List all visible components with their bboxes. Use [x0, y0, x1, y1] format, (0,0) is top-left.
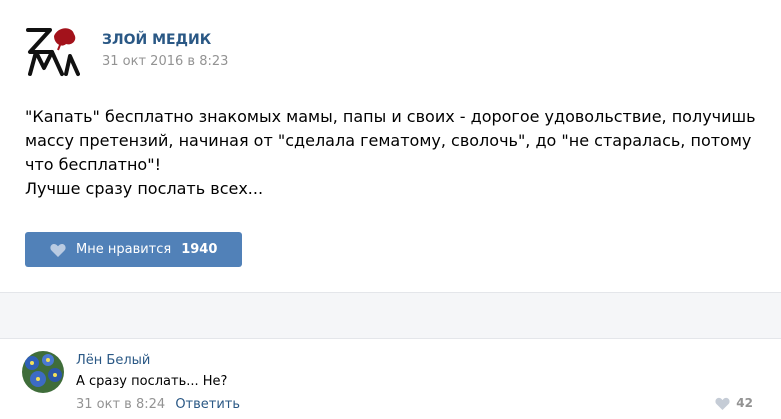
zm-logo-icon[interactable] — [22, 22, 80, 80]
reply-link[interactable]: Ответить — [175, 397, 240, 412]
post-author[interactable]: ЗЛОЙ МЕДИК — [102, 32, 211, 48]
post-text-line: Лучше сразу послать всех... — [25, 179, 264, 198]
post-card: ЗЛОЙ МЕДИК 31 окт 2016 в 8:23 "Капать" б… — [0, 0, 781, 292]
heart-icon — [50, 243, 66, 257]
post-date[interactable]: 31 окт 2016 в 8:23 — [102, 54, 228, 69]
comment-like-count: 42 — [736, 396, 753, 410]
comment-like-button[interactable]: 42 — [715, 396, 753, 410]
flower-avatar-icon[interactable] — [22, 351, 64, 393]
comment-text: А сразу послать... Не? — [76, 374, 228, 389]
like-count: 1940 — [181, 242, 218, 257]
post-text: "Капать" бесплатно знакомых мамы, папы и… — [25, 105, 765, 201]
post-text-line: "Капать" бесплатно знакомых мамы, папы и… — [25, 107, 756, 174]
comment-meta: 31 окт в 8:24 Ответить — [76, 397, 240, 412]
like-label: Мне нравится — [76, 242, 172, 257]
comment-date[interactable]: 31 окт в 8:24 — [76, 397, 165, 412]
comment-author[interactable]: Лён Белый — [76, 353, 150, 368]
section-divider — [0, 292, 781, 339]
comment: Лён Белый А сразу послать... Не? 31 окт … — [0, 339, 781, 419]
heart-icon — [715, 397, 730, 410]
like-button[interactable]: Мне нравится 1940 — [25, 232, 242, 267]
